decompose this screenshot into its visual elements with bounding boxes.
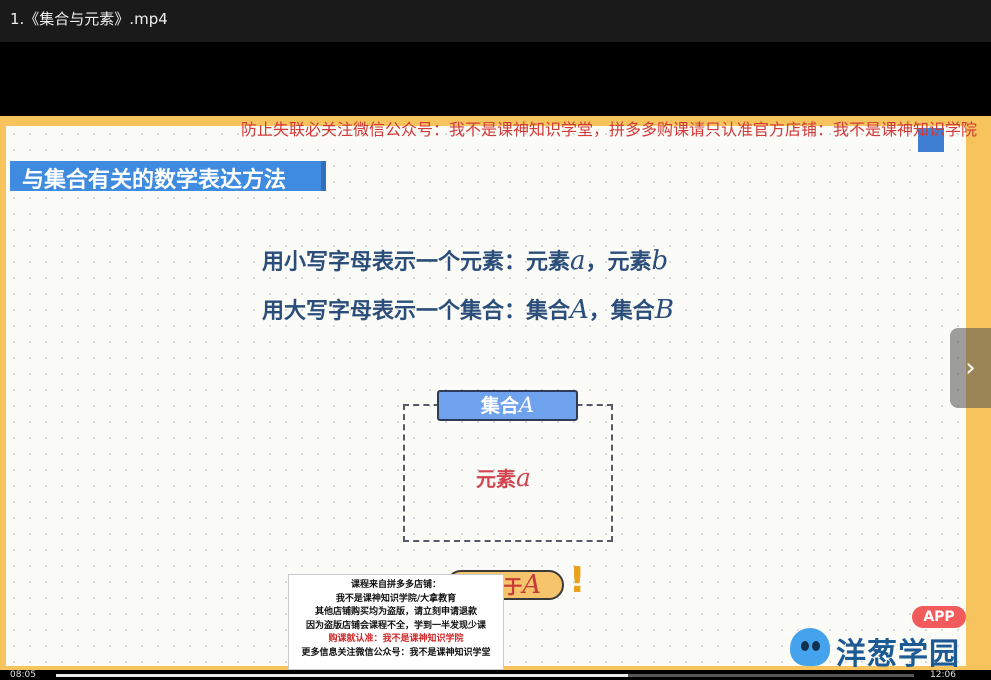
window-title: 1.《集合与元素》.mp4 (10, 10, 168, 28)
duration: 12:06 (930, 670, 956, 680)
notice-line: 课程来自拼多多店铺： (350, 580, 441, 590)
notice-line: 我不是课神知识学院/大拿教育 (335, 593, 457, 604)
title-bar: 1.《集合与元素》.mp4 (0, 0, 991, 42)
piracy-notice: 课程来自拼多多店铺： 我不是课神知识学院/大拿教育 其他店铺购买均为盗版，请立刻… (288, 574, 504, 670)
notice-line: 其他店铺购买均为盗版，请立刻申请退款 (314, 607, 477, 617)
line2-sep: ，集合 (588, 299, 655, 324)
watermark-text: 防止失联必关注微信公众号：我不是课神知识学堂，拼多多购课请只认准官方店铺：我不是… (240, 120, 977, 139)
set-label-text: 集合 (480, 395, 519, 417)
onion-mascot-icon (790, 628, 830, 666)
notice-line: 因为盗版店铺会课程不全，学到一半发现少课 (305, 620, 486, 631)
brand-logo-text: 洋葱学园 (836, 637, 960, 670)
line1-var-a: a (570, 246, 586, 276)
uppercase-set-line: 用大写字母表示一个集合：集合A，集合B (262, 293, 674, 325)
line1-sep: ，元素 (585, 250, 652, 275)
set-label-var: A (518, 393, 535, 417)
line1-text: 用小写字母表示一个元素：元素 (262, 250, 571, 275)
video-frame[interactable]: 与集合有关的数学表达方法 用小写字母表示一个元素：元素a，元素b 用大写字母表示… (0, 116, 991, 670)
slide-heading: 与集合有关的数学表达方法 (10, 161, 326, 193)
next-video-button[interactable]: › (950, 328, 991, 408)
line1-var-b: b (651, 246, 669, 276)
belongs-var-b: A (522, 570, 542, 600)
notice-line: 更多信息关注微信公众号：我不是课神知识学堂 (301, 647, 491, 658)
slide-heading-text: 与集合有关的数学表达方法 (22, 168, 287, 193)
element-label: 元素a (476, 463, 531, 492)
chevron-right-icon: › (965, 353, 976, 383)
set-label: 集合A (437, 390, 578, 421)
current-time: 08:05 (10, 670, 36, 680)
line2-text: 用大写字母表示一个集合：集合 (262, 299, 571, 324)
mascot-eye (812, 641, 820, 651)
exclamation-icon: ! (569, 560, 586, 601)
element-label-var: a (516, 463, 531, 492)
lowercase-element-line: 用小写字母表示一个元素：元素a，元素b (262, 244, 668, 276)
app-badge: APP (912, 606, 966, 628)
line2-var-b: B (654, 295, 674, 325)
element-label-text: 元素 (476, 467, 516, 491)
notice-line-highlight: 购课就认准：我不是课神知识学院 (328, 634, 464, 644)
seek-bar[interactable] (56, 674, 914, 677)
seek-bar-progress (56, 674, 629, 677)
mascot-eye (801, 641, 809, 651)
line2-var-a: A (570, 295, 589, 325)
